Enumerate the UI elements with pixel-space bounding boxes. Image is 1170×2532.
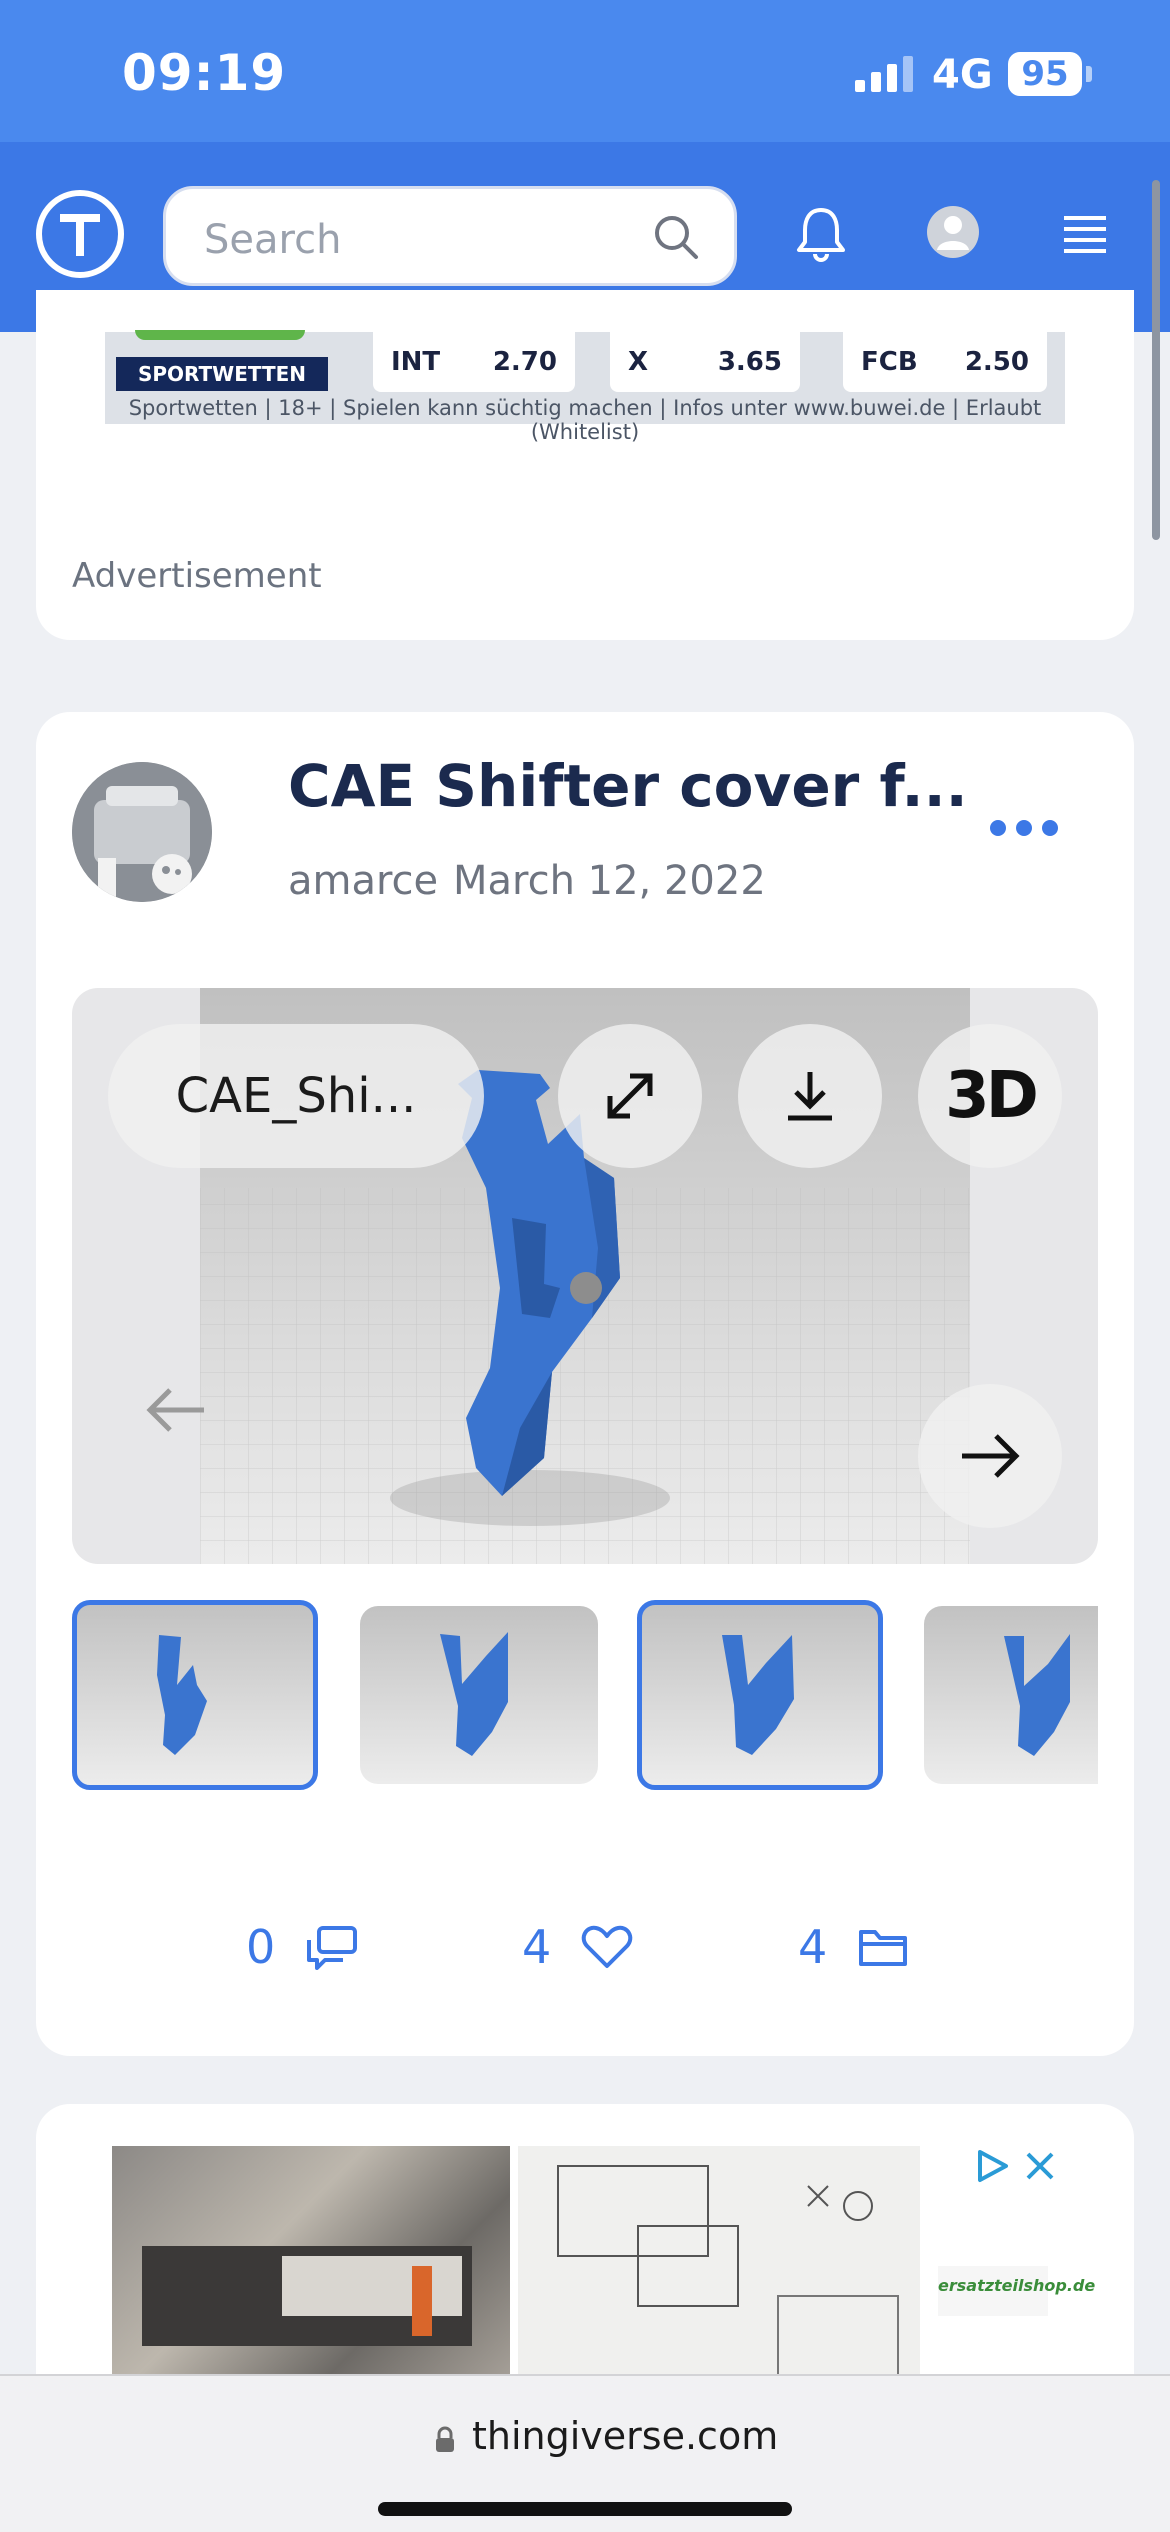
expand-icon — [607, 1073, 653, 1119]
image-thumbnail[interactable] — [72, 1600, 318, 1790]
ad-close-icon[interactable] — [1024, 2150, 1056, 2182]
ad-brand-logo[interactable]: ersatzteilshop.de — [938, 2266, 1095, 2316]
more-options-icon[interactable] — [990, 820, 1058, 836]
ad-product-image[interactable] — [112, 2146, 510, 2386]
thumbnail-image — [440, 1632, 508, 1756]
lock-icon — [436, 2426, 454, 2452]
battery-icon: 95 — [1008, 52, 1082, 96]
sport-label: SPORTWETTEN — [116, 357, 328, 391]
search-icon[interactable] — [652, 213, 700, 261]
home-indicator[interactable] — [378, 2502, 792, 2516]
odds-team: X — [628, 347, 649, 377]
odds-item[interactable]: X 3.65 — [610, 332, 800, 392]
image-thumbnail[interactable] — [637, 1600, 883, 1790]
page-scrollbar[interactable] — [1152, 180, 1160, 540]
next-image-button[interactable] — [918, 1384, 1062, 1528]
thumbnail-image — [157, 1635, 207, 1755]
odds-value: 2.50 — [964, 347, 1029, 377]
advertisement-label: Advertisement — [72, 556, 322, 596]
ad-manual-image[interactable] — [518, 2146, 920, 2386]
status-time: 09:19 — [122, 44, 287, 102]
avatar-icon — [72, 762, 212, 902]
network-type: 4G — [932, 52, 993, 98]
collections-count-value: 4 — [798, 1920, 828, 1974]
odds-item[interactable]: INT 2.70 — [373, 332, 575, 392]
image-thumbnail[interactable] — [360, 1606, 598, 1784]
url-text[interactable]: thingiverse.com — [472, 2414, 778, 2458]
battery-tip — [1086, 66, 1092, 82]
previous-image-arrow-icon[interactable] — [144, 1382, 208, 1438]
file-name-pill[interactable]: CAE_Shi... — [108, 1024, 484, 1168]
download-button[interactable] — [738, 1024, 882, 1168]
search-placeholder: Search — [204, 217, 342, 263]
odds-team: FCB — [861, 347, 918, 377]
odds-value: 3.65 — [717, 347, 782, 377]
author-name[interactable]: amarce — [288, 858, 438, 904]
ad-manual-drawing — [557, 2165, 899, 2377]
odds-value: 2.70 — [492, 347, 557, 377]
hamburger-menu-icon[interactable] — [1062, 214, 1108, 254]
banner-accent — [135, 330, 305, 340]
likes-count[interactable]: 4 — [522, 1920, 633, 1974]
download-icon — [788, 1072, 832, 1121]
ad-choices-icon[interactable] — [974, 2148, 1010, 2184]
model-viewer[interactable]: CAE_Shi... 3D — [72, 988, 1098, 1564]
thumbnail-image — [1004, 1634, 1070, 1756]
account-icon[interactable] — [925, 204, 981, 260]
status-bar: 09:19 4G 95 — [0, 0, 1170, 142]
ad-photo — [142, 2246, 472, 2346]
image-thumbnail[interactable] — [924, 1606, 1098, 1784]
cellular-signal-icon — [855, 56, 913, 92]
search-input[interactable]: Search — [163, 186, 737, 286]
browser-address-bar[interactable]: thingiverse.com — [0, 2374, 1170, 2532]
thingiverse-logo-icon[interactable] — [36, 190, 124, 278]
thing-title[interactable]: CAE Shifter cover f... — [288, 752, 968, 820]
publish-date: March 12, 2022 — [453, 858, 766, 904]
odds-item[interactable]: FCB 2.50 — [843, 332, 1047, 392]
likes-count-value: 4 — [522, 1920, 552, 1974]
folder-icon — [859, 1930, 908, 1966]
collections-count[interactable]: 4 — [798, 1920, 909, 1974]
view-3d-button[interactable]: 3D — [918, 1024, 1062, 1168]
comments-count-value: 0 — [246, 1920, 276, 1974]
heart-icon — [582, 1925, 633, 1968]
odds-team: INT — [391, 347, 441, 377]
fullscreen-button[interactable] — [558, 1024, 702, 1168]
next-arrow-icon — [962, 1434, 1020, 1478]
thumbnail-image — [722, 1635, 794, 1755]
bell-icon[interactable] — [793, 204, 849, 264]
ad-disclaimer: Sportwetten | 18+ | Spielen kann süchtig… — [128, 396, 1042, 444]
author-avatar[interactable] — [72, 762, 212, 902]
comments-count[interactable]: 0 — [246, 1920, 359, 1974]
comments-icon — [307, 1926, 358, 1970]
